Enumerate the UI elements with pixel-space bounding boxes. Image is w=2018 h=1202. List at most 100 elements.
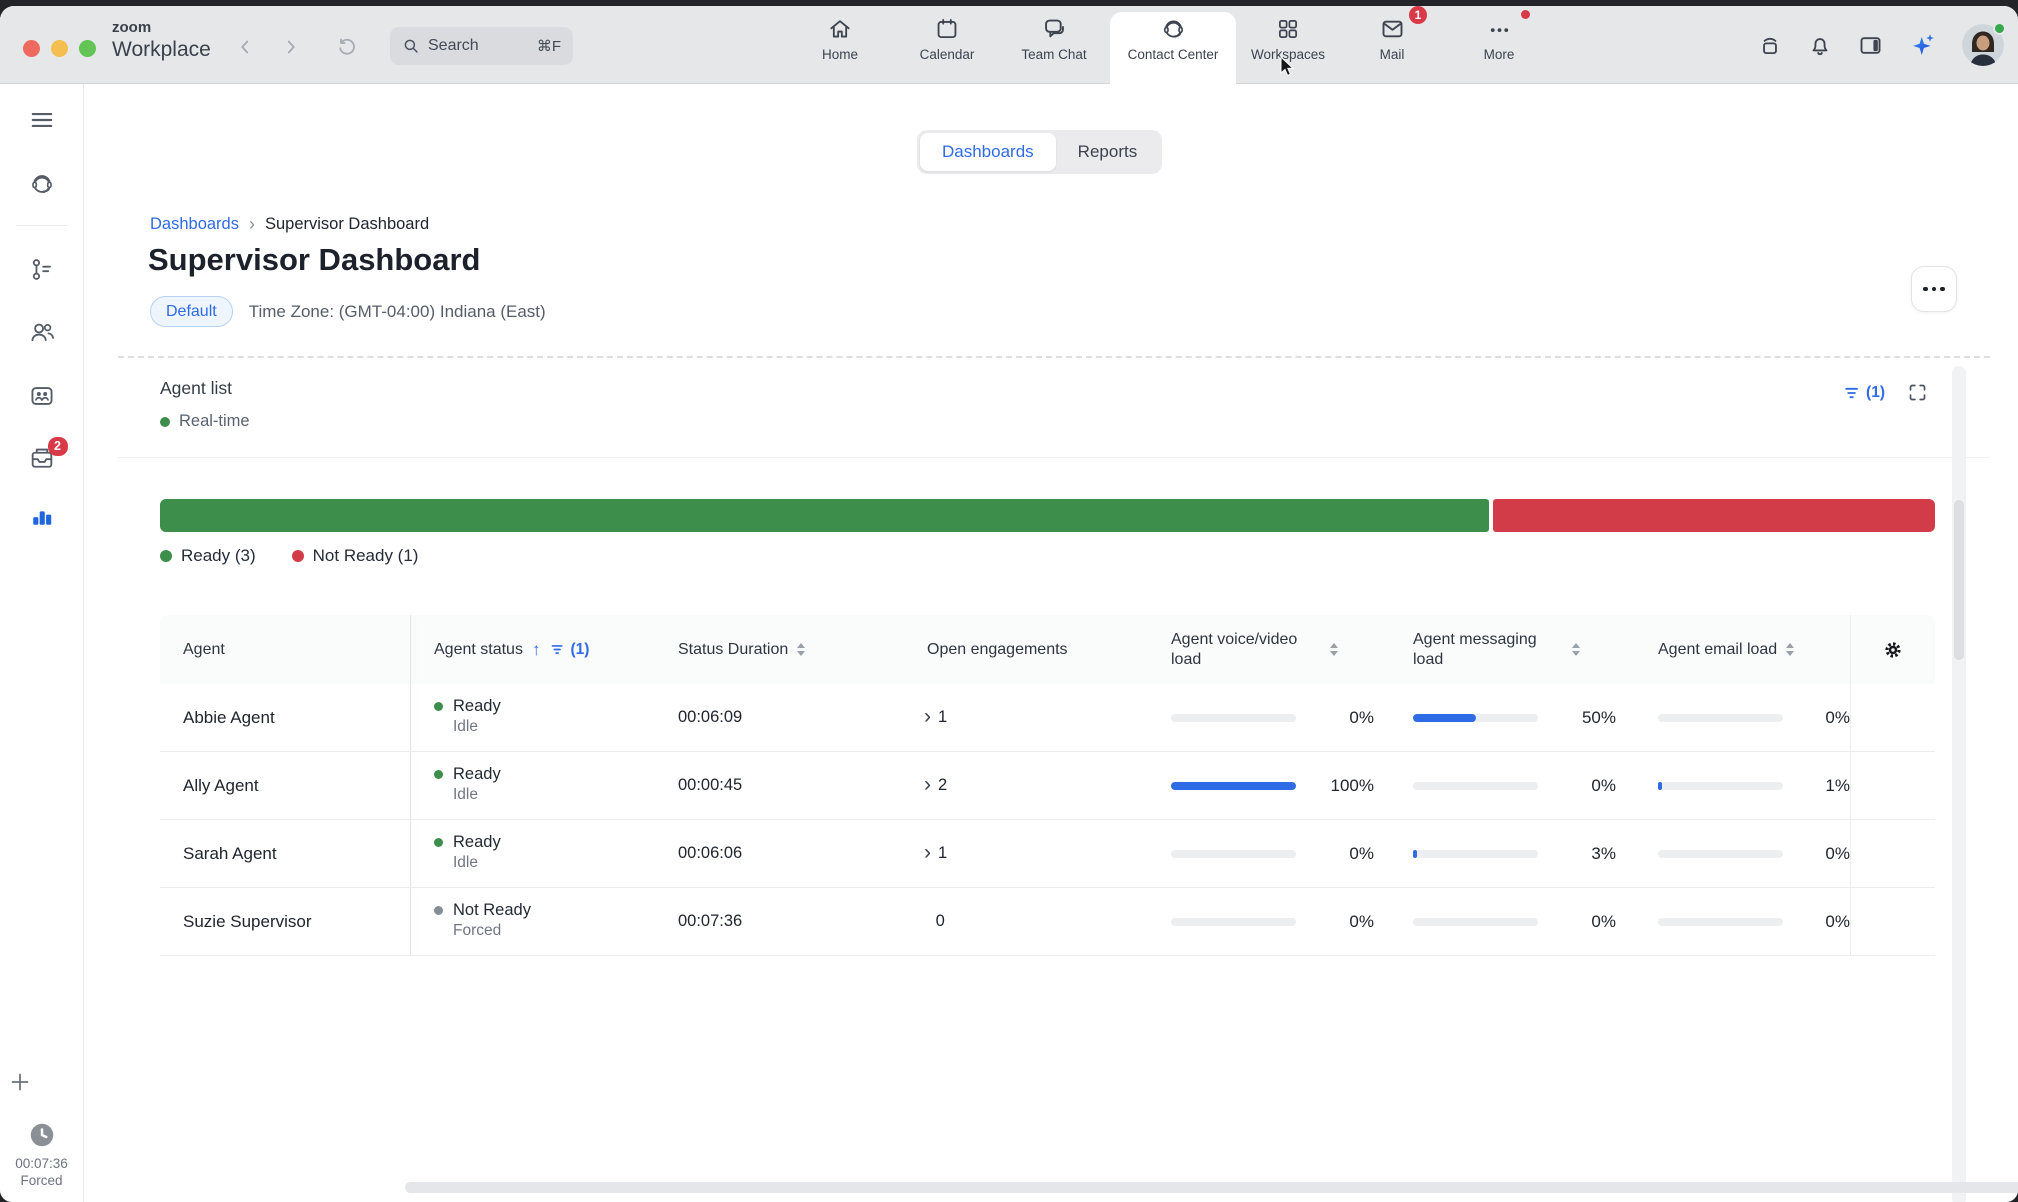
cell-status-duration: 00:07:36: [672, 888, 916, 955]
cell-messaging-load: 0%: [1405, 888, 1650, 955]
back-button[interactable]: [230, 32, 260, 62]
more-notification-dot: [1521, 10, 1530, 19]
column-header-agent[interactable]: Agent: [160, 615, 410, 684]
table-row[interactable]: Sarah AgentReadyIdle00:06:06›10%3%0%: [160, 820, 1935, 888]
rail-flows-button[interactable]: [20, 247, 64, 291]
breadcrumb-dashboards-link[interactable]: Dashboards: [150, 215, 239, 234]
nav-home[interactable]: Home: [785, 14, 895, 62]
status-main: Ready: [453, 696, 501, 717]
table-row[interactable]: Abbie AgentReadyIdle00:06:09›10%50%0%: [160, 684, 1935, 752]
nav-mail[interactable]: 1 Mail: [1337, 14, 1447, 62]
sort-ascending-icon: ↑: [532, 640, 541, 660]
dot: [1923, 287, 1928, 292]
column-header-email-load[interactable]: Agent email load: [1650, 615, 1850, 684]
vertical-scrollbar-thumb[interactable]: [1954, 500, 1964, 660]
expand-row-chevron-icon[interactable]: ›: [924, 774, 931, 795]
horizontal-scrollbar[interactable]: [405, 1182, 2018, 1193]
notifications-button[interactable]: [1807, 32, 1833, 58]
breadcrumb-current: Supervisor Dashboard: [265, 215, 429, 234]
column-header-status-duration[interactable]: Status Duration: [672, 615, 916, 684]
status-text: Not ReadyForced: [453, 900, 531, 941]
status-detail: Idle: [453, 785, 501, 805]
workspaces-icon: [1233, 14, 1343, 44]
history-icon: [335, 35, 359, 59]
close-window-button[interactable]: [23, 40, 40, 57]
vertical-scrollbar[interactable]: [1952, 366, 1966, 1202]
cell-email-load: 0%: [1650, 888, 1850, 955]
mouse-cursor: [1280, 56, 1297, 78]
widget-filter-button[interactable]: (1): [1842, 383, 1885, 403]
expand-row-chevron-icon[interactable]: ›: [924, 842, 931, 863]
rail-engagements-button[interactable]: [20, 374, 64, 418]
load-progress-track: [1413, 918, 1538, 926]
frozen-column-divider: [410, 615, 411, 684]
realtime-indicator: Real-time: [160, 412, 250, 431]
rail-contact-center-button[interactable]: [20, 162, 64, 206]
rail-analytics-button[interactable]: [20, 494, 64, 538]
dashboard-more-options-button[interactable]: [1911, 266, 1957, 312]
user-avatar[interactable]: [1962, 24, 2004, 66]
nav-team-chat[interactable]: Team Chat: [999, 14, 1109, 62]
column-header-voice-load[interactable]: Agent voice/video load: [1163, 615, 1405, 684]
cell-voice-video-load: 0%: [1163, 684, 1405, 751]
page-title: Supervisor Dashboard: [148, 242, 480, 278]
table-row[interactable]: Ally AgentReadyIdle00:00:45›2100%0%1%: [160, 752, 1935, 820]
filter-icon: [1842, 383, 1862, 403]
load-percent-label: 3%: [1548, 844, 1616, 864]
column-header-messaging-load[interactable]: Agent messaging load: [1405, 615, 1650, 684]
maximize-window-button[interactable]: [79, 40, 96, 57]
cell-open-engagements: ›1: [916, 684, 1163, 751]
column-header-agent-status[interactable]: Agent status ↑ (1): [410, 615, 672, 684]
calendar-icon: [892, 14, 1002, 44]
forward-button[interactable]: [276, 32, 306, 62]
legend-ready: Ready (3): [160, 546, 256, 566]
engagement-count: 1: [938, 844, 947, 863]
add-status-button[interactable]: [0, 1060, 42, 1104]
load-progress-track: [1413, 714, 1538, 722]
load-progress-track: [1413, 850, 1538, 858]
expand-row-chevron-icon[interactable]: ›: [924, 706, 931, 727]
cell-settings-spacer: [1850, 888, 1935, 955]
rail-inbox-button[interactable]: 2: [20, 436, 64, 480]
table-row[interactable]: Suzie SupervisorNot ReadyForced00:07:36 …: [160, 888, 1935, 956]
titlebar: zoom Workplace Search ⌘F: [0, 6, 2018, 84]
ai-companion-button[interactable]: [1908, 30, 1938, 60]
nav-contact-center[interactable]: Contact Center: [1118, 14, 1228, 62]
panel-toggle-icon: [1857, 32, 1884, 59]
minimize-window-button[interactable]: [51, 40, 68, 57]
status-column-filter-button[interactable]: (1): [549, 641, 589, 659]
column-header-open-engagements[interactable]: Open engagements: [916, 615, 1163, 684]
breadcrumb: Dashboards › Supervisor Dashboard: [150, 214, 429, 235]
frozen-column-divider: [410, 820, 411, 887]
zoom-workplace-logo: zoom Workplace: [112, 20, 211, 60]
status-timer[interactable]: 00:07:36 Forced: [0, 1120, 83, 1188]
load-progress-track: [1171, 714, 1296, 722]
cell-agent-status: ReadyIdle: [410, 820, 672, 887]
settings-column-divider: [1850, 684, 1851, 751]
widget-expand-button[interactable]: [1907, 382, 1928, 403]
side-panel-toggle-button[interactable]: [1857, 32, 1884, 59]
menu-button[interactable]: [20, 98, 64, 142]
nav-calendar[interactable]: Calendar: [892, 14, 1002, 62]
people-icon: [28, 318, 56, 346]
settings-column-divider: [1850, 820, 1851, 887]
load-progress-track: [1171, 782, 1296, 790]
nav-workspaces[interactable]: Workspaces: [1233, 14, 1343, 62]
search-input[interactable]: Search ⌘F: [390, 27, 573, 65]
sort-toggle-icon: [797, 643, 805, 656]
status-text: ReadyIdle: [453, 764, 501, 805]
tab-reports[interactable]: Reports: [1056, 133, 1160, 171]
nav-more[interactable]: More: [1444, 14, 1554, 62]
connect-device-button[interactable]: [1757, 32, 1783, 58]
rail-agents-button[interactable]: [20, 310, 64, 354]
cell-voice-video-load: 0%: [1163, 820, 1405, 887]
tab-dashboards[interactable]: Dashboards: [920, 133, 1056, 171]
table-settings-button[interactable]: [1850, 615, 1935, 684]
contact-card-icon: [28, 382, 56, 410]
status-dot-icon: [434, 702, 443, 711]
widget-filter-count: (1): [1866, 384, 1885, 402]
settings-column-divider: [1850, 888, 1851, 955]
status-text: ReadyIdle: [453, 832, 501, 873]
history-button[interactable]: [332, 32, 362, 62]
app-window: zoom Workplace Search ⌘F: [0, 0, 2018, 1202]
